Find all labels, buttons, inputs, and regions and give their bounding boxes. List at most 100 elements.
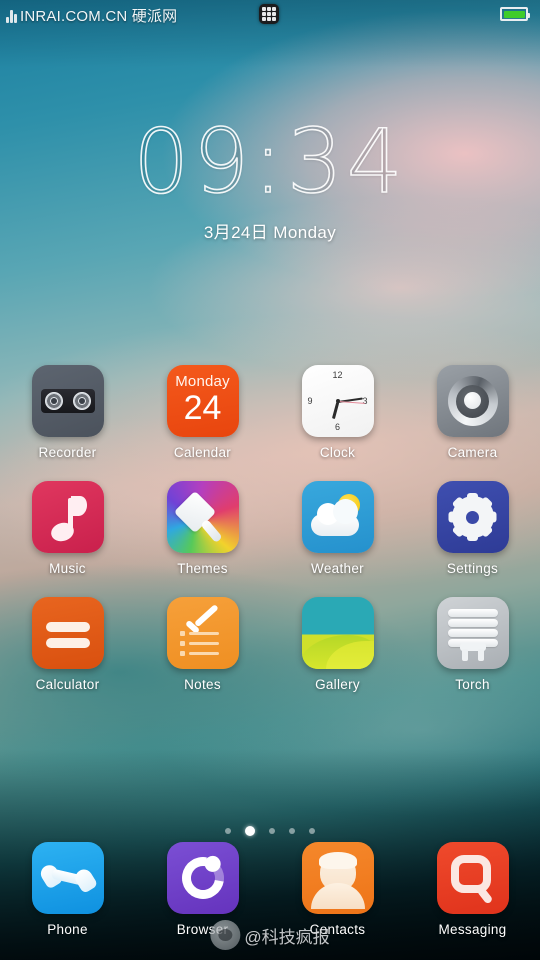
status-bar: INRAI.COM.CN 硬派网 <box>0 0 540 28</box>
app-row: Recorder Monday 24 Calendar 12 3 6 9 Clo… <box>0 365 540 460</box>
clock-numeral-9: 9 <box>307 396 313 406</box>
app-label: Phone <box>47 922 88 937</box>
app-label: Music <box>49 561 86 576</box>
app-clock[interactable]: 12 3 6 9 Clock <box>283 365 393 460</box>
app-label: Calculator <box>35 677 100 692</box>
app-row: Music Themes Weather Settings <box>0 481 540 576</box>
bubble-shape <box>450 855 491 893</box>
clock-numeral-12: 12 <box>332 370 343 380</box>
page-dot[interactable] <box>289 828 295 834</box>
checkmark-shape <box>184 604 222 635</box>
cassette-reel-left <box>44 392 63 410</box>
person-icon <box>301 842 374 914</box>
clock-icon: 12 3 6 9 <box>301 365 374 437</box>
app-torch[interactable]: Torch <box>418 597 528 692</box>
clock-second-hand <box>337 401 365 405</box>
app-label: Contacts <box>309 922 366 937</box>
calendar-icon: Monday 24 <box>166 365 239 437</box>
calendar-date-number: 24 <box>183 389 222 428</box>
app-label: Camera <box>447 445 498 460</box>
page-dot[interactable] <box>269 828 275 834</box>
music-note-icon <box>31 481 104 553</box>
recorder-icon <box>31 365 104 437</box>
app-settings[interactable]: Settings <box>418 481 528 576</box>
bulb-coil <box>447 609 498 617</box>
paintbrush-icon <box>166 481 239 553</box>
site-watermark: INRAI.COM.CN 硬派网 <box>6 5 177 26</box>
gear-shape <box>448 493 497 541</box>
app-label: Weather <box>311 561 364 576</box>
landscape-icon <box>301 597 374 669</box>
app-label: Notes <box>184 677 221 692</box>
page-indicator <box>0 826 540 836</box>
app-label: Torch <box>455 677 490 692</box>
app-calendar[interactable]: Monday 24 Calendar <box>148 365 258 460</box>
checklist-icon <box>166 597 239 669</box>
app-label: Messaging <box>438 922 507 937</box>
page-dot-active[interactable] <box>245 826 255 836</box>
app-weather[interactable]: Weather <box>283 481 393 576</box>
page-dot[interactable] <box>309 828 315 834</box>
app-contacts[interactable]: Contacts <box>283 842 393 937</box>
app-phone[interactable]: Phone <box>13 842 123 937</box>
lightbulb-icon <box>436 597 509 669</box>
swirl-shape <box>173 848 232 908</box>
site-watermark-text: INRAI.COM.CN 硬派网 <box>20 8 178 25</box>
app-label: Recorder <box>38 445 97 460</box>
gear-icon <box>436 481 509 553</box>
gear-hole <box>466 510 479 524</box>
app-calculator[interactable]: Calculator <box>13 597 123 692</box>
brush-handle <box>199 518 223 544</box>
bulb-pin <box>477 649 484 661</box>
list-bullet <box>179 651 185 656</box>
app-label: Browser <box>176 922 229 937</box>
app-notes[interactable]: Notes <box>148 597 258 692</box>
person-shoulders <box>310 883 365 909</box>
equals-bar-bottom <box>45 638 90 648</box>
equals-icon <box>31 597 104 669</box>
person-hair <box>318 852 357 869</box>
clock-numeral-6: 6 <box>334 422 341 432</box>
battery-icon <box>500 7 530 21</box>
app-camera[interactable]: Camera <box>418 365 528 460</box>
cassette-reel-right <box>72 392 91 410</box>
list-line <box>188 652 219 655</box>
note-hole <box>59 529 66 535</box>
list-line <box>188 642 219 645</box>
app-music[interactable]: Music <box>13 481 123 576</box>
page-dot[interactable] <box>225 828 231 834</box>
list-bullet <box>179 641 185 646</box>
app-row: Calculator Notes Gallery Torch <box>0 597 540 692</box>
bulb-coil <box>447 629 498 637</box>
list-bullet <box>179 631 185 636</box>
app-label: Themes <box>177 561 228 576</box>
app-themes[interactable]: Themes <box>148 481 258 576</box>
app-gallery[interactable]: Gallery <box>283 597 393 692</box>
app-label: Clock <box>319 445 356 460</box>
cassette-body <box>40 389 95 413</box>
list-line <box>188 632 219 635</box>
sun-cloud-icon <box>301 481 374 553</box>
camera-icon <box>436 365 509 437</box>
camera-lens-highlight <box>463 392 481 409</box>
bulb-coil <box>447 619 498 627</box>
blackberry-grid-icon[interactable] <box>259 4 279 24</box>
app-label: Settings <box>446 561 499 576</box>
app-recorder[interactable]: Recorder <box>13 365 123 460</box>
signal-bars-icon <box>6 8 17 23</box>
calendar-weekday: Monday <box>175 373 230 391</box>
speech-bubble-icon <box>436 842 509 914</box>
app-grid: Recorder Monday 24 Calendar 12 3 6 9 Clo… <box>0 365 540 937</box>
phone-handset-icon <box>31 842 104 914</box>
bulb-pin <box>461 649 468 661</box>
app-browser[interactable]: Browser <box>148 842 258 937</box>
home-screen: INRAI.COM.CN 硬派网 09:34 3月24日 Monday <box>0 0 540 960</box>
app-label: Calendar <box>173 445 232 460</box>
app-messaging[interactable]: Messaging <box>418 842 528 937</box>
dock-row: Phone Browser Contacts Messaging <box>0 842 540 937</box>
handset-shape <box>37 848 98 909</box>
clock-center-pin <box>335 399 340 403</box>
handset-mouth <box>71 866 98 895</box>
browser-swirl-icon <box>166 842 239 914</box>
bubble-tail <box>476 886 493 905</box>
